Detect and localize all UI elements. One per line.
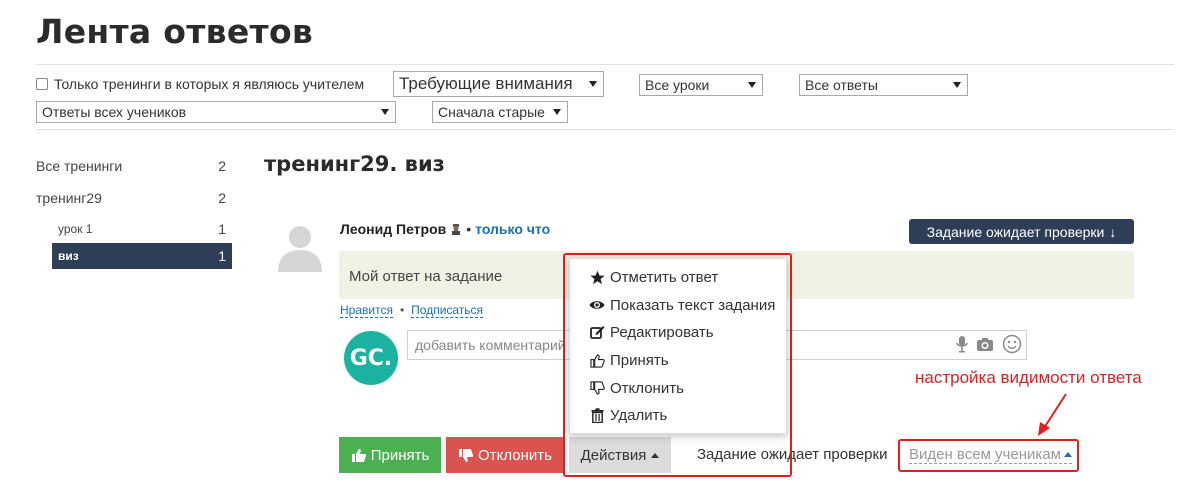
- thumbs-down-icon: [589, 380, 605, 396]
- menu-item-delete[interactable]: Удалить: [570, 402, 786, 430]
- divider: [36, 129, 1174, 130]
- menu-item-show-task[interactable]: Показать текст задания: [570, 292, 786, 320]
- emoji-icon[interactable]: [1002, 334, 1022, 354]
- chevron-down-icon: [589, 81, 597, 87]
- divider: [36, 64, 1174, 65]
- sidebar-item-lesson1[interactable]: урок 1 1: [58, 220, 226, 238]
- thumbs-down-icon: [459, 448, 474, 462]
- answer-time[interactable]: только что: [475, 221, 550, 237]
- annotation-arrow-icon: [1038, 393, 1067, 436]
- menu-item-reject[interactable]: Отклонить: [570, 374, 786, 402]
- accept-button-label: Принять: [370, 446, 430, 464]
- camera-icon[interactable]: [976, 337, 994, 352]
- only-teacher-label: Только тренинги в которых я являюсь учит…: [54, 76, 365, 92]
- chevron-down-icon: [553, 109, 561, 115]
- answer-text: Мой ответ на задание: [349, 268, 503, 285]
- menu-item-label: Показать текст задания: [610, 296, 776, 314]
- trash-icon: [589, 408, 605, 424]
- status-button[interactable]: Задание ожидает проверки ↓: [909, 219, 1134, 244]
- subscribe-link[interactable]: Подписаться: [411, 303, 484, 318]
- menu-item-accept[interactable]: Принять: [570, 347, 786, 375]
- sidebar-item-all-trainings[interactable]: Все тренинги 2: [36, 157, 226, 175]
- annotation-text: настройка видимости ответа: [915, 368, 1142, 387]
- answers-select[interactable]: Все ответы: [799, 74, 968, 96]
- star-icon: [589, 270, 605, 286]
- microphone-icon[interactable]: [956, 335, 968, 353]
- checkbox-box[interactable]: [36, 78, 48, 90]
- thumbs-up-icon: [589, 353, 605, 369]
- attention-select[interactable]: Требующие внимания: [393, 71, 604, 97]
- section-title: тренинг29. виз: [264, 152, 445, 176]
- answers-select-value: Все ответы: [805, 77, 878, 93]
- sidebar-item-viz[interactable]: виз 1: [52, 243, 232, 269]
- only-teacher-checkbox[interactable]: Только тренинги в которых я являюсь учит…: [36, 76, 364, 92]
- eye-icon: [589, 297, 605, 313]
- menu-item-label: Отметить ответ: [610, 269, 719, 287]
- edit-icon: [589, 325, 605, 341]
- menu-item-edit[interactable]: Редактировать: [570, 319, 786, 347]
- accept-button[interactable]: Принять: [339, 437, 441, 473]
- sidebar-item-label: виз: [58, 249, 79, 263]
- sort-select[interactable]: Сначала старые: [432, 101, 568, 123]
- arrow-down-icon: ↓: [1109, 223, 1117, 240]
- lessons-select[interactable]: Все уроки: [639, 74, 763, 96]
- menu-item-label: Удалить: [610, 407, 668, 425]
- teacher-icon: [452, 224, 461, 235]
- thumbs-up-icon: [351, 448, 366, 462]
- chevron-down-icon: [953, 82, 961, 88]
- status-button-label: Задание ожидает проверки: [926, 223, 1105, 240]
- like-link[interactable]: Нравится: [340, 303, 393, 318]
- sidebar-item-label: урок 1: [58, 222, 93, 236]
- answer-links: Нравится • Подписаться: [340, 303, 484, 318]
- chevron-down-icon: [381, 109, 389, 115]
- menu-item-mark[interactable]: Отметить ответ: [570, 264, 786, 292]
- sidebar-item-count: 2: [218, 158, 226, 174]
- attention-select-value: Требующие внимания: [399, 74, 573, 93]
- actions-menu: Отметить ответ Показать текст задания Ре…: [569, 258, 787, 434]
- sidebar-item-label: тренинг29: [36, 190, 102, 206]
- chevron-down-icon: [748, 82, 756, 88]
- user-placeholder-icon: [278, 226, 322, 272]
- sidebar-item-training29[interactable]: тренинг29 2: [36, 189, 226, 207]
- menu-item-label: Отклонить: [610, 379, 684, 397]
- menu-item-label: Принять: [610, 352, 669, 370]
- lessons-select-value: Все уроки: [645, 77, 710, 93]
- author-name[interactable]: Леонид Петров: [340, 221, 446, 237]
- sidebar-item-count: 1: [218, 248, 226, 264]
- sidebar-item-count: 2: [218, 190, 226, 206]
- sidebar-item-count: 1: [218, 221, 226, 237]
- students-select[interactable]: Ответы всех учеников: [36, 101, 396, 123]
- comment-placeholder: добавить комментарий: [415, 337, 566, 353]
- reject-button[interactable]: Отклонить: [446, 437, 564, 473]
- author-separator: •: [466, 221, 472, 237]
- menu-item-label: Редактировать: [610, 324, 714, 342]
- page-title: Лента ответов: [36, 12, 314, 51]
- highlight-visibility-box: [898, 439, 1079, 472]
- links-separator: •: [399, 303, 405, 317]
- sidebar-item-label: Все тренинги: [36, 158, 123, 174]
- answer-author-line: Леонид Петров • только что: [340, 221, 550, 237]
- students-select-value: Ответы всех учеников: [42, 104, 187, 120]
- avatar: GC.: [344, 331, 398, 385]
- sort-select-value: Сначала старые: [438, 104, 545, 120]
- comment-tools: [956, 334, 1022, 354]
- reject-button-label: Отклонить: [478, 446, 552, 464]
